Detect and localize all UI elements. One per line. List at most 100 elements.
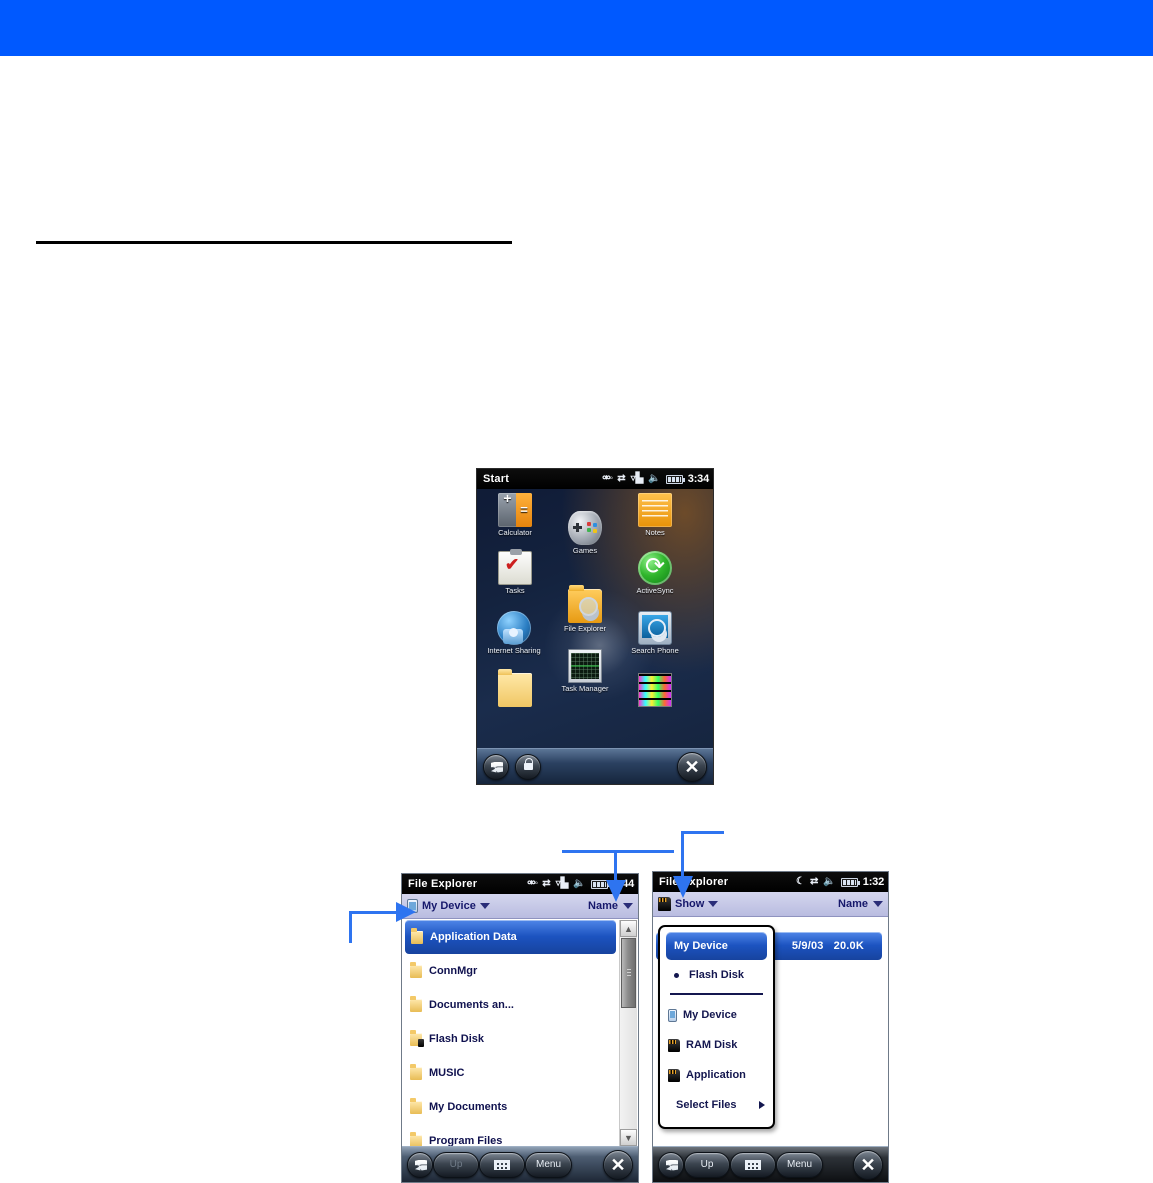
app-tile-folder[interactable]: [477, 669, 553, 709]
headset-icon: ⚮◦: [602, 473, 613, 484]
fe-right-show-label: Show: [675, 898, 705, 910]
menu-item-my-device-current[interactable]: My Device: [666, 932, 767, 960]
table-row[interactable]: My Documents: [402, 1090, 638, 1124]
fe-right-sort-selector[interactable]: Name: [838, 898, 883, 910]
keyboard-icon[interactable]: [479, 1151, 525, 1178]
scroll-down-icon[interactable]: ▼: [620, 1129, 637, 1146]
start-screen-status-icons: ⚮◦ ⇄ ▿▙ 🔈 3:34: [602, 469, 709, 489]
selected-bullet-icon: [674, 972, 679, 978]
menu-separator: [670, 993, 763, 995]
menu-item-label: My Device: [683, 1009, 737, 1021]
keyboard-icon[interactable]: [730, 1151, 776, 1178]
app-tile-label: Internet Sharing: [487, 646, 541, 655]
callout-leader-line: [681, 831, 684, 881]
file-date: 5/9/03: [791, 940, 824, 952]
menu-item-label: Flash Disk: [689, 969, 745, 981]
table-row[interactable]: ConnMgr: [402, 954, 638, 988]
app-tile-label: Task Manager: [561, 684, 609, 693]
menu-item-ram-disk[interactable]: RAM Disk: [660, 1030, 773, 1060]
file-explorer-icon: [568, 585, 602, 623]
close-x-icon[interactable]: ✕: [677, 751, 707, 782]
fe-right-show-selector[interactable]: Show: [658, 897, 719, 911]
table-row[interactable]: Flash Disk: [402, 1022, 638, 1056]
battery-icon: [665, 474, 685, 484]
battery-icon: [840, 877, 860, 887]
folder-icon: [410, 1131, 422, 1146]
notes-icon: [638, 493, 672, 527]
app-tile-internet-sharing[interactable]: Internet Sharing: [477, 611, 552, 655]
storage-card-icon: [668, 1068, 680, 1082]
menu-button[interactable]: Menu: [525, 1151, 573, 1178]
up-button[interactable]: Up: [433, 1151, 479, 1178]
scrollbar-thumb[interactable]: [621, 938, 636, 1008]
table-row[interactable]: Application Data: [405, 920, 616, 954]
close-x-icon[interactable]: ✕: [853, 1149, 883, 1180]
folder-icon: [498, 669, 532, 707]
folder-icon: [411, 927, 423, 944]
app-tile-task-manager[interactable]: Task Manager: [547, 649, 623, 693]
app-tile-games[interactable]: Games: [547, 511, 623, 555]
fe-left-softkey-bar: Up Menu ✕: [402, 1146, 638, 1182]
menu-button[interactable]: Menu: [776, 1151, 824, 1178]
scroll-up-icon[interactable]: ▲: [620, 920, 637, 937]
storage-card-icon: [668, 1038, 680, 1052]
file-name: ConnMgr: [429, 965, 478, 977]
app-tile-file-explorer[interactable]: File Explorer: [547, 585, 623, 633]
app-tile-tasks[interactable]: Tasks: [477, 549, 553, 595]
task-manager-icon: [568, 649, 602, 683]
app-tile-notes[interactable]: Notes: [617, 493, 693, 537]
up-button[interactable]: Up: [684, 1151, 730, 1178]
app-tile-label: Notes: [645, 528, 665, 537]
file-name: MUSIC: [429, 1067, 465, 1079]
table-row[interactable]: Documents an...: [402, 988, 638, 1022]
speaker-icon: 🔈: [648, 473, 661, 484]
start-screen-icon-grid: Calculator Notes Games Tasks ActiveSync …: [477, 489, 713, 748]
folder-icon: [410, 961, 422, 978]
folder-card-icon: [410, 1029, 424, 1047]
app-tile-search-phone[interactable]: Search Phone: [617, 611, 693, 655]
app-tile-calculator[interactable]: Calculator: [477, 493, 553, 537]
callout-arrowhead: [606, 880, 626, 902]
menu-item-flash-disk[interactable]: Flash Disk: [660, 960, 773, 990]
start-windows-icon[interactable]: [407, 1151, 433, 1178]
menu-item-select-files[interactable]: Select Files: [660, 1090, 773, 1120]
start-windows-icon[interactable]: [483, 753, 509, 780]
chevron-down-icon: [479, 903, 490, 909]
show-dropdown-menu[interactable]: My Device Flash Disk My Device RAM Disk …: [658, 925, 775, 1129]
close-x-icon[interactable]: ✕: [603, 1149, 633, 1180]
app-tile-label: Calculator: [498, 528, 532, 537]
menu-item-my-device[interactable]: My Device: [660, 1000, 773, 1030]
connectivity-arrows-icon: ⇄: [809, 876, 819, 887]
start-screen-titlebar: Start ⚮◦ ⇄ ▿▙ 🔈 3:34: [477, 469, 713, 489]
activesync-icon: [638, 551, 672, 585]
app-tile-pictures[interactable]: [617, 673, 693, 709]
connectivity-arrows-icon: ⇄: [617, 473, 626, 484]
table-row[interactable]: MUSIC: [402, 1056, 638, 1090]
callout-arrowhead: [673, 876, 693, 898]
start-screen-title: Start: [483, 473, 510, 485]
app-tile-activesync[interactable]: ActiveSync: [617, 551, 693, 595]
menu-item-label: Application: [686, 1069, 746, 1081]
pictures-icon: [638, 673, 672, 707]
callout-leader-line: [681, 831, 724, 834]
menu-item-label: Select Files: [676, 1099, 737, 1111]
gamepad-icon: [568, 511, 602, 545]
fe-left-address-bar: My Device Name: [402, 894, 638, 919]
fe-left-location-selector[interactable]: My Device: [407, 899, 490, 913]
callout-arrowhead: [396, 902, 416, 922]
app-tile-label: Search Phone: [631, 646, 679, 655]
section-divider-rule: [36, 241, 512, 244]
file-name: Application Data: [430, 931, 517, 943]
fe-left-scrollbar[interactable]: ▲ ▼: [619, 920, 637, 1146]
callout-leader-line: [562, 850, 674, 853]
lock-icon[interactable]: [515, 753, 541, 780]
headset-icon: ⚮◦: [527, 878, 538, 889]
chevron-down-icon: [873, 901, 883, 907]
start-windows-icon[interactable]: [658, 1151, 684, 1178]
fe-left-file-list[interactable]: Application Data ConnMgr Documents an...…: [402, 920, 638, 1146]
fe-right-sort-label: Name: [838, 898, 868, 910]
fe-right-clock: 1:32: [862, 876, 884, 888]
menu-item-application[interactable]: Application: [660, 1060, 773, 1090]
table-row[interactable]: Program Files: [402, 1124, 638, 1146]
chevron-down-icon: [623, 903, 633, 909]
